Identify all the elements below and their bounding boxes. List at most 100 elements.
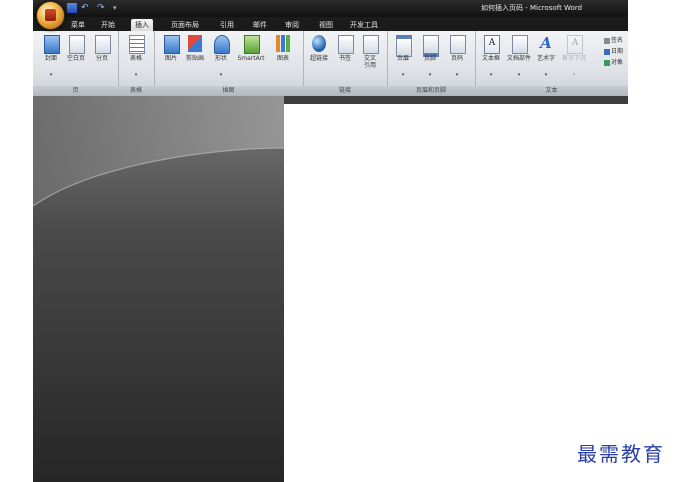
cover-page-button[interactable]: 封面 ▾ — [40, 35, 62, 83]
cross-reference-label-2: 引用 — [363, 62, 376, 69]
wordart-button[interactable]: A 艺术字 ▾ — [535, 35, 557, 83]
quick-parts-icon — [512, 35, 528, 54]
table-label: 表格 — [129, 55, 142, 62]
drop-cap-icon: A — [567, 35, 583, 54]
tab-mailings[interactable]: 邮件 — [249, 19, 271, 31]
tab-references[interactable]: 引用 — [216, 19, 238, 31]
tab-insert[interactable]: 插入 — [131, 19, 153, 31]
text-box-icon: A — [484, 35, 500, 54]
tab-review[interactable]: 审阅 — [281, 19, 303, 31]
picture-button[interactable]: 图片 — [160, 35, 182, 83]
text-box-label: 文本框 — [481, 55, 500, 62]
calendar-icon — [604, 48, 610, 55]
wordart-label: 艺术字 — [536, 55, 555, 62]
shapes-button[interactable]: 形状 ▾ — [210, 35, 232, 83]
text-box-button[interactable]: A 文本框 ▾ — [480, 35, 502, 83]
watermark-text: 最需教育 — [577, 442, 665, 466]
page-break-button[interactable]: 分页 — [91, 35, 113, 83]
ribbon-tabs: 菜单 开始 插入 页面布局 引用 邮件 审阅 视图 开发工具 — [33, 17, 628, 31]
tab-developer[interactable]: 开发工具 — [347, 19, 381, 31]
quick-access-dropdown-icon[interactable]: ▾ — [113, 3, 123, 13]
group-header-footer-label: 页眉和页脚 — [387, 86, 475, 96]
smartart-button[interactable]: SmartArt — [237, 35, 265, 83]
group-illustrations: 图片 剪贴画 形状 ▾ SmartArt 图表 插图 — [154, 31, 304, 96]
smartart-icon — [244, 35, 260, 54]
chart-label: 图表 — [276, 55, 289, 62]
group-links: 超链接 书签 交叉 引用 链接 — [303, 31, 388, 96]
dropdown-arrow-icon: ▾ — [401, 72, 405, 78]
table-button[interactable]: 表格 ▾ — [125, 35, 147, 83]
bookmark-button[interactable]: 书签 — [334, 35, 356, 83]
object-icon — [604, 59, 610, 66]
office-logo-icon — [45, 9, 56, 21]
clip-art-icon — [188, 35, 202, 52]
redo-icon[interactable]: ↷ — [97, 3, 107, 13]
date-time-button[interactable]: 日期 — [604, 46, 623, 55]
undo-icon[interactable]: ↶ — [81, 3, 91, 13]
group-pages: 封面 ▾ 空白页 分页 页 — [33, 31, 119, 96]
dropdown-arrow-icon: ▾ — [489, 72, 493, 78]
blank-page-button[interactable]: 空白页 — [65, 35, 87, 83]
quick-parts-label: 文档部件 — [506, 55, 531, 62]
drop-cap-button[interactable]: A 首字下沉 ▾ — [562, 35, 586, 83]
header-label: 页眉 — [396, 55, 409, 62]
dropdown-arrow-icon: ▾ — [134, 72, 138, 78]
header-icon — [396, 35, 412, 57]
cross-reference-label-1: 交叉 — [363, 55, 376, 62]
tab-page-layout[interactable]: 页面布局 — [168, 19, 202, 31]
drop-cap-label: 首字下沉 — [561, 55, 586, 62]
shapes-label: 形状 — [214, 55, 227, 62]
page-break-label: 分页 — [95, 55, 108, 62]
header-button[interactable]: 页眉 ▾ — [392, 35, 414, 83]
group-tables-label: 表格 — [118, 86, 154, 96]
footer-button[interactable]: 页脚 ▾ — [419, 35, 441, 83]
clip-art-button[interactable]: 剪贴画 — [184, 35, 206, 83]
group-text-label: 文本 — [475, 86, 628, 96]
blank-page-icon — [69, 35, 85, 54]
dropdown-arrow-icon: ▾ — [49, 72, 53, 78]
table-icon — [129, 35, 145, 54]
dropdown-arrow-icon: ▾ — [572, 72, 576, 78]
cover-page-icon — [44, 35, 60, 54]
hyperlink-button[interactable]: 超链接 — [308, 35, 330, 83]
dropdown-arrow-icon: ▾ — [219, 72, 223, 78]
object-button[interactable]: 对象 — [604, 57, 623, 66]
title-bar: ↶ ↷ ▾ 如何插入页码 - Microsoft Word — [33, 0, 628, 17]
tab-view[interactable]: 视图 — [315, 19, 337, 31]
group-illustrations-label: 插图 — [154, 86, 303, 96]
footer-label: 页脚 — [423, 55, 436, 62]
signature-line-label: 签名 — [611, 37, 624, 44]
group-tables: 表格 ▾ 表格 — [118, 31, 155, 96]
chart-button[interactable]: 图表 — [272, 35, 294, 83]
hyperlink-globe-icon — [312, 35, 326, 52]
quick-parts-button[interactable]: 文档部件 ▾ — [507, 35, 531, 83]
ribbon: 封面 ▾ 空白页 分页 页 表格 ▾ 表格 图片 剪贴画 形状 ▾ SmartA… — [33, 31, 628, 97]
cross-reference-button[interactable]: 交叉 引用 — [359, 35, 381, 83]
group-links-label: 链接 — [303, 86, 387, 96]
page-number-label: 页码 — [450, 55, 463, 62]
picture-icon — [164, 35, 180, 54]
tab-menu[interactable]: 菜单 — [67, 19, 89, 31]
smartart-label: SmartArt — [237, 55, 265, 62]
signature-icon — [604, 37, 610, 44]
bookmark-icon — [338, 35, 354, 54]
page-number-icon — [450, 35, 466, 54]
save-icon[interactable] — [67, 3, 77, 13]
office-button[interactable] — [36, 1, 65, 30]
shapes-icon — [214, 35, 230, 54]
signature-line-button[interactable]: 签名 — [604, 35, 623, 44]
dropdown-arrow-icon: ▾ — [428, 72, 432, 78]
dropdown-arrow-icon: ▾ — [517, 72, 521, 78]
tab-home[interactable]: 开始 — [97, 19, 119, 31]
group-header-footer: 页眉 ▾ 页脚 ▾ 页码 ▾ 页眉和页脚 — [387, 31, 476, 96]
group-pages-label: 页 — [33, 86, 118, 96]
window-title: 如何插入页码 - Microsoft Word — [481, 4, 583, 12]
footer-icon — [423, 35, 439, 57]
object-label: 对象 — [611, 59, 624, 66]
document-workspace[interactable] — [33, 96, 628, 482]
dropdown-arrow-icon: ▾ — [455, 72, 459, 78]
word-window: ↶ ↷ ▾ 如何插入页码 - Microsoft Word 菜单 开始 插入 页… — [33, 0, 628, 482]
page-number-button[interactable]: 页码 ▾ — [446, 35, 468, 83]
document-page[interactable] — [284, 104, 628, 482]
cross-reference-icon — [363, 35, 379, 54]
